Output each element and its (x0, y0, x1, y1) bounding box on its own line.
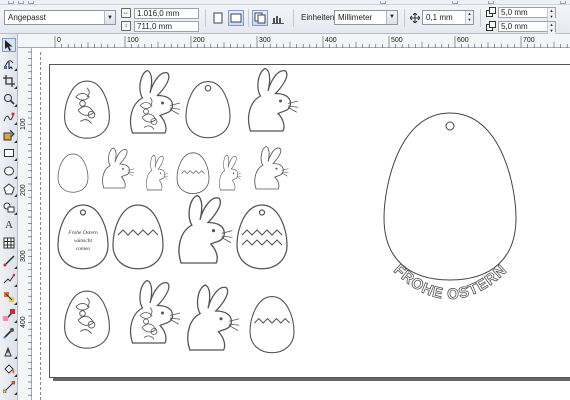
artwork: Frohe Ostern wünscht comeo FROHE OSTERN (57, 67, 517, 354)
page-width-field[interactable]: ↔ 1.016,0 mm (121, 7, 199, 19)
large-egg-ornament[interactable] (383, 112, 517, 281)
table-icon (3, 237, 15, 249)
units-label: Einheiten: (301, 13, 337, 22)
property-bar: Angepasst ▼ ↔ 1.016,0 mm ↕ 711,0 mm Einh… (0, 0, 570, 35)
bunny-cutout-2[interactable] (187, 284, 240, 351)
dimension-tool[interactable] (2, 254, 17, 269)
ruler-label: 100 (20, 118, 27, 130)
page-layout-icon (272, 16, 284, 24)
portrait-icon (213, 12, 223, 24)
ellipse-tool[interactable] (2, 164, 17, 179)
spin-arrows-icon[interactable]: ▲ ▼ (465, 11, 473, 24)
units-value: Millimeter (338, 13, 373, 22)
rectangle-tool[interactable] (2, 146, 17, 161)
smart-fill-tool[interactable] (2, 128, 17, 143)
small-plain-egg[interactable] (57, 153, 89, 193)
zigzag-egg-hanger[interactable] (236, 204, 288, 270)
zigzag-egg[interactable] (112, 204, 164, 270)
nudge-icon (410, 12, 420, 23)
duplicate-y-value[interactable]: 5,0 mm ▲ ▼ (498, 20, 556, 35)
pages-icon (254, 12, 266, 24)
page-width-value[interactable]: 1.016,0 mm (134, 7, 199, 19)
landscape-button[interactable] (228, 10, 244, 26)
small-bunny-sitting[interactable] (146, 154, 169, 191)
eyedropper-tool[interactable] (2, 326, 17, 341)
small-bunny[interactable] (102, 147, 135, 189)
polygon-tool[interactable] (2, 182, 17, 197)
current-page-button[interactable] (270, 10, 286, 26)
nudge-value[interactable]: 0,1 mm ▲ ▼ (422, 10, 474, 25)
zigzag-egg-2[interactable] (249, 296, 295, 354)
greeting-egg-text-2: wünscht (74, 238, 93, 244)
page-height-value[interactable]: 711,0 mm (134, 20, 199, 32)
duplicate-x-icon (486, 7, 496, 17)
ruler-label: 500 (391, 37, 403, 44)
duplicate-y-field[interactable]: 5,0 mm ▲ ▼ (486, 20, 556, 35)
transparency-tool[interactable] (2, 308, 17, 323)
landscape-icon (230, 13, 242, 23)
chevron-down-icon[interactable]: ▼ (104, 11, 115, 24)
page-height-icon: ↕ (121, 21, 131, 31)
ruler-label: 300 (20, 250, 27, 262)
blend-tool[interactable] (2, 290, 17, 305)
preset-value: Angepasst (8, 13, 46, 22)
menu-strip-remnant (0, 0, 570, 5)
page-height-field[interactable]: ↕ 711,0 mm (121, 20, 199, 32)
pick-tool[interactable] (2, 38, 16, 52)
text-tool-icon: A (5, 219, 13, 231)
duplicate-y-icon (486, 21, 496, 31)
text-tool[interactable]: A (2, 218, 16, 232)
duplicate-x-value[interactable]: 5,0 mm ▲ ▼ (498, 6, 556, 21)
ruler-label: 400 (20, 316, 27, 328)
interactive-fill-tool[interactable] (2, 380, 17, 395)
ruler-label: 300 (259, 37, 271, 44)
ruler-label: 200 (20, 184, 27, 196)
spin-arrows-icon[interactable]: ▲ ▼ (547, 7, 555, 21)
ruler-label: 100 (127, 37, 139, 44)
ruler-label: 700 (523, 37, 535, 44)
chevron-down-icon[interactable]: ▼ (386, 11, 397, 24)
zoom-tool[interactable] (2, 92, 17, 107)
connector-tool[interactable] (2, 272, 17, 287)
vertical-ruler[interactable]: 100 200 300 400 (18, 48, 32, 400)
crop-tool[interactable] (2, 74, 17, 89)
basic-shapes-tool[interactable] (2, 200, 17, 215)
freehand-tool[interactable] (2, 110, 17, 125)
small-bunny-sitting-2[interactable] (219, 154, 242, 191)
small-zigzag-egg[interactable] (176, 152, 210, 195)
greeting-egg-text-3: comeo (76, 246, 91, 252)
small-bunny-2[interactable] (254, 146, 289, 190)
drawing-canvas[interactable]: Frohe Ostern wünscht comeo FROHE OSTERN (32, 48, 570, 400)
bunny-cutout[interactable] (247, 67, 299, 132)
shape-tool[interactable] (2, 56, 17, 71)
preset-dropdown[interactable]: Angepasst ▼ (4, 10, 116, 25)
ruler-label: 200 (193, 37, 205, 44)
table-tool[interactable] (2, 236, 16, 250)
horizontal-ruler[interactable]: 0 100 200 300 400 500 600 700 (18, 34, 570, 48)
all-pages-button[interactable] (252, 10, 268, 26)
filigree-bunny[interactable] (129, 69, 181, 134)
plain-egg-hanger[interactable] (185, 81, 231, 139)
units-dropdown[interactable]: Millimeter ▼ (334, 10, 398, 25)
spin-arrows-icon[interactable]: ▲ ▼ (547, 21, 555, 35)
pointer-icon (5, 39, 13, 51)
nudge-distance-field[interactable]: 0,1 mm ▲ ▼ (410, 10, 474, 25)
toolbox: A (0, 34, 18, 400)
page-width-icon: ↔ (121, 8, 131, 18)
greeting-egg-text-1: Frohe Ostern (67, 230, 98, 236)
ruler-label: 0 (57, 37, 61, 44)
ruler-label: 600 (457, 37, 469, 44)
filigree-egg[interactable] (64, 80, 110, 139)
filigree-bunny-2[interactable] (129, 279, 181, 344)
app-window: Angepasst ▼ ↔ 1.016,0 mm ↕ 711,0 mm Einh… (0, 0, 570, 400)
duplicate-x-field[interactable]: 5,0 mm ▲ ▼ (486, 6, 556, 21)
fill-tool[interactable] (2, 362, 17, 377)
large-bunny[interactable] (178, 194, 234, 264)
portrait-button[interactable] (210, 10, 226, 26)
ruler-label: 400 (325, 37, 337, 44)
filigree-egg-2[interactable] (64, 290, 110, 349)
outline-tool[interactable] (2, 344, 17, 359)
greeting-egg[interactable] (57, 204, 109, 270)
